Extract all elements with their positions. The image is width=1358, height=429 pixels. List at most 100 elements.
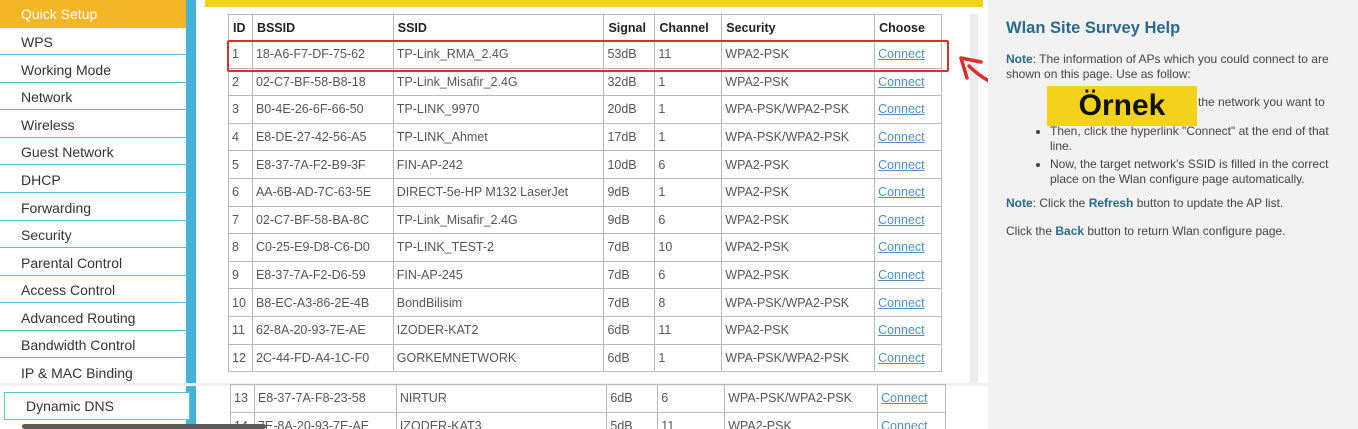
- cell-choose: Connect: [874, 343, 942, 373]
- cell-ssid: IZODER-KAT3: [395, 411, 608, 429]
- sidebar-item-forwarding[interactable]: Forwarding: [0, 195, 186, 221]
- site-survey-table-lower: 13 E8-37-7A-F8-23-58 NIRTUR 6dB 6 WPA-PSK/WPA…: [230, 384, 946, 429]
- connect-link[interactable]: Connect: [878, 130, 925, 144]
- cell-choose: Connect: [874, 205, 942, 235]
- header-channel: Channel: [654, 14, 723, 41]
- help-refresh-prefix: : Click the: [1032, 196, 1089, 210]
- connect-link[interactable]: Connect: [878, 158, 925, 172]
- sidebar-item-access-control[interactable]: Access Control: [0, 277, 186, 303]
- cell-signal: 32dB: [603, 67, 656, 97]
- connect-link[interactable]: Connect: [878, 296, 925, 310]
- cell-bssid: 18-A6-F7-DF-75-62: [251, 40, 394, 69]
- table-row: 1 18-A6-F7-DF-75-62 TP-Link_RMA_2.4G 53dB 11…: [228, 40, 942, 69]
- sidebar-item-dynamic-dns[interactable]: Dynamic DNS: [4, 392, 190, 420]
- sidebar-item-wireless[interactable]: Wireless: [0, 112, 186, 138]
- connect-link[interactable]: Connect: [878, 268, 925, 282]
- connect-link[interactable]: Connect: [878, 213, 925, 227]
- cell-choose: Connect: [874, 40, 942, 69]
- cell-security: WPA2-PSK: [721, 233, 876, 262]
- help-bullet-2: Then, click the hyperlink "Connect" at t…: [1050, 124, 1346, 154]
- table-row: 7 02-C7-BF-58-BA-8C TP-Link_Misafir_2.4G 9d…: [228, 205, 942, 235]
- cell-ssid: TP-Link_RMA_2.4G: [392, 40, 605, 69]
- table-row: 4 E8-DE-27-42-56-A5 TP-LINK_Ahmet 17dB 1 WPA-…: [228, 122, 942, 152]
- header-choose: Choose: [874, 14, 942, 41]
- cell-signal: 5dB: [606, 411, 659, 429]
- help-refresh-note: Note: Click the Refresh button to update…: [1006, 196, 1348, 211]
- table-row: 8 C0-25-E9-D8-C6-D0 TP-LINK_TEST-2 7dB 10 WPA…: [228, 233, 942, 262]
- table-row: 5 E8-37-7A-F2-B9-3F FIN-AP-242 10dB 6 WPA2-PS…: [228, 150, 942, 179]
- cell-security: WPA-PSK/WPA2-PSK: [724, 384, 879, 413]
- connect-link[interactable]: Connect: [878, 351, 925, 365]
- help-refresh-label: Refresh: [1088, 196, 1134, 210]
- cell-id: 9: [228, 260, 253, 290]
- site-survey-table-continued: 13 E8-37-7A-F8-23-58 NIRTUR 6dB 6 WPA-PSK/WPA…: [230, 384, 946, 429]
- sidebar-item-working-mode[interactable]: Working Mode: [0, 57, 186, 83]
- sidebar-accent-strip: [186, 0, 196, 429]
- sidebar-item-advanced-routing[interactable]: Advanced Routing: [0, 305, 186, 331]
- connect-link[interactable]: Connect: [878, 47, 925, 61]
- sidebar-item-security[interactable]: Security: [0, 222, 186, 248]
- video-progress-bar[interactable]: [22, 424, 266, 429]
- help-bullet-3: Now, the target network's SSID is filled…: [1050, 157, 1346, 187]
- cell-choose: Connect: [874, 177, 942, 207]
- cell-signal: 9dB: [603, 205, 656, 235]
- cell-security: WPA2-PSK: [721, 150, 876, 179]
- help-panel: Wlan Site Survey Help Note: The informat…: [988, 0, 1358, 429]
- sidebar-item-quick-setup[interactable]: Quick Setup: [0, 0, 186, 28]
- cell-choose: Connect: [874, 260, 942, 290]
- connect-link[interactable]: Connect: [878, 102, 925, 116]
- cell-security: WPA2-PSK: [721, 205, 876, 235]
- sidebar-item-bandwidth-control[interactable]: Bandwidth Control: [0, 332, 186, 358]
- cell-id: 11: [228, 315, 253, 345]
- sidebar-item-parental-control[interactable]: Parental Control: [0, 250, 186, 276]
- cell-ssid: NIRTUR: [395, 384, 608, 413]
- connect-link[interactable]: Connect: [878, 75, 925, 89]
- sidebar-item-wps[interactable]: WPS: [0, 29, 186, 55]
- sidebar-item-network[interactable]: Network: [0, 84, 186, 110]
- table-header-row: ID BSSID SSID Signal Channel Security Ch…: [228, 14, 942, 41]
- help-bullet-list: Then, click the hyperlink "Connect" at t…: [1034, 124, 1346, 190]
- cell-choose: Connect: [874, 95, 942, 124]
- cell-choose: Connect: [877, 411, 946, 429]
- cell-ssid: TP-LINK_TEST-2: [392, 233, 605, 262]
- cell-id: 6: [228, 177, 253, 207]
- cell-security: WPA2-PSK: [721, 315, 876, 345]
- cell-ssid: FIN-AP-242: [392, 150, 605, 179]
- help-back-prefix: Click the: [1006, 224, 1056, 238]
- cell-bssid: E8-37-7A-F8-23-58: [253, 384, 397, 413]
- connect-link[interactable]: Connect: [881, 391, 928, 405]
- connect-link[interactable]: Connect: [881, 419, 928, 429]
- cell-id: 5: [228, 150, 253, 179]
- cell-security: WPA2-PSK: [724, 411, 879, 429]
- cell-bssid: E8-DE-27-42-56-A5: [251, 122, 394, 152]
- header-security: Security: [721, 14, 876, 41]
- connect-link[interactable]: Connect: [878, 185, 925, 199]
- connect-link[interactable]: Connect: [878, 240, 925, 254]
- cell-signal: 7dB: [603, 288, 656, 317]
- cell-channel: 1: [654, 122, 723, 152]
- table-row: 12 2C-44-FD-A4-1C-F0 GORKEMNETWORK 6dB 1 WPA-…: [228, 343, 942, 373]
- cell-channel: 6: [657, 384, 726, 413]
- cell-signal: 7dB: [603, 233, 656, 262]
- cell-bssid: C0-25-E9-D8-C6-D0: [251, 233, 394, 262]
- connect-link[interactable]: Connect: [878, 323, 925, 337]
- header-id: ID: [228, 14, 253, 41]
- cell-signal: 17dB: [603, 122, 656, 152]
- cell-security: WPA-PSK/WPA2-PSK: [721, 122, 876, 152]
- cell-bssid: 7E-8A-20-93-7E-AE: [253, 411, 397, 429]
- cell-signal: 53dB: [603, 40, 656, 69]
- cell-bssid: 02-C7-BF-58-B8-18: [251, 67, 394, 97]
- help-refresh-note-label: Note: [1006, 196, 1033, 210]
- cell-ssid: BondBilisim: [392, 288, 605, 317]
- cell-choose: Connect: [874, 315, 942, 345]
- main-top-bar: [205, 0, 983, 7]
- cell-id: 4: [228, 122, 253, 152]
- cell-ssid: GORKEMNETWORK: [392, 343, 605, 373]
- cell-channel: 1: [654, 95, 723, 124]
- annotation-badge: Örnek: [1047, 86, 1197, 126]
- sidebar-item-guest-network[interactable]: Guest Network: [0, 139, 186, 165]
- sidebar-item-dhcp[interactable]: DHCP: [0, 167, 186, 193]
- help-back-note: Click the Back button to return Wlan con…: [1006, 224, 1348, 239]
- main-scrollbar[interactable]: [970, 14, 978, 384]
- cell-signal: 6dB: [606, 384, 659, 413]
